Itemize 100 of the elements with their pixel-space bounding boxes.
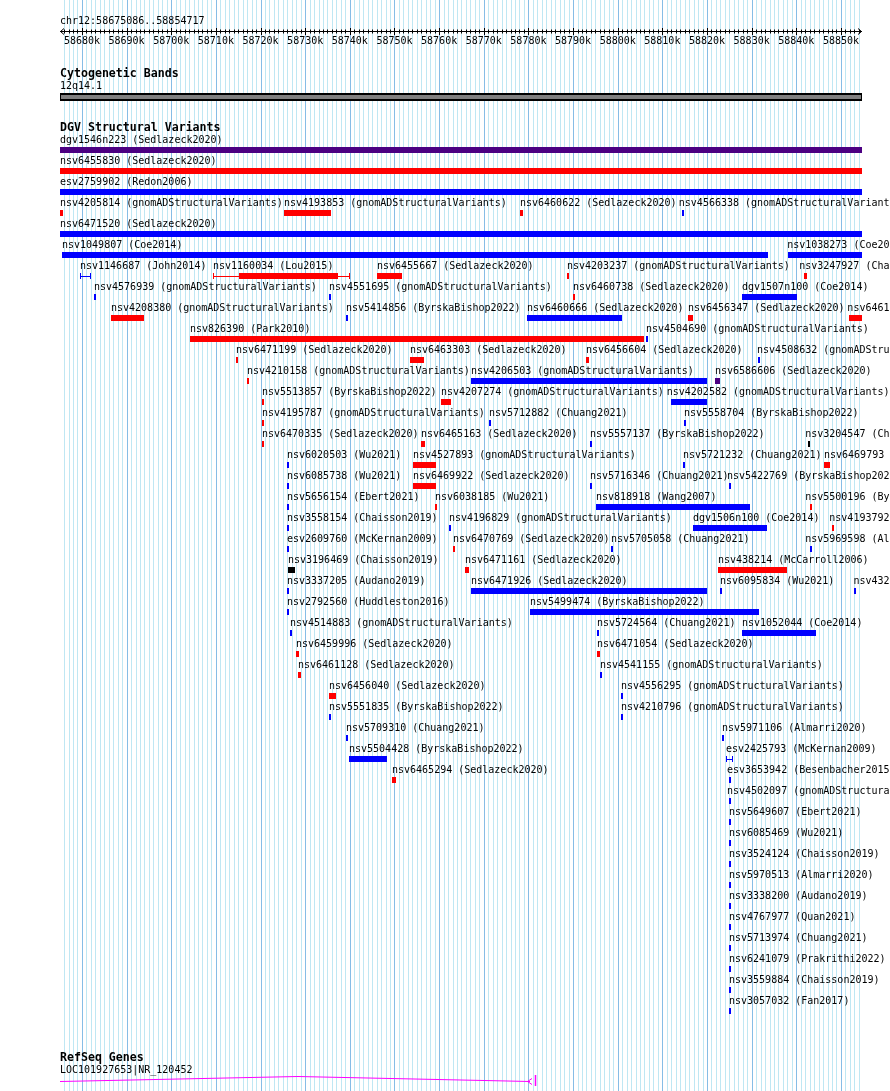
variant-label: nsv1146687 (John2014) xyxy=(80,260,207,272)
variant-label: nsv1038273 (Coe20 xyxy=(787,239,890,251)
tick-label: 58770k xyxy=(465,35,502,47)
tick-label: 58790k xyxy=(555,35,592,47)
variant-label: nsv4208380 (gnomADStructuralVariants) xyxy=(111,302,334,314)
tick-label: 58760k xyxy=(421,35,458,47)
tick-label: 58700k xyxy=(153,35,190,47)
variant-label: esv3653942 (Besenbacher2015 xyxy=(726,764,890,776)
variant-label: nsv5649607 (Ebert2021) xyxy=(729,806,862,818)
variant-label: nsv5557137 (ByrskaBishop2022) xyxy=(590,428,765,440)
variant-label: nsv432 xyxy=(853,575,890,587)
variant-label: nsv6095834 (Wu2021) xyxy=(720,575,835,587)
variant-label: nsv6586606 (Sedlazeck2020) xyxy=(715,365,872,377)
variant-label: nsv1049807 (Coe2014) xyxy=(62,239,183,251)
variant-label: nsv5970513 (Almarri2020) xyxy=(729,869,874,881)
variant-label: nsv4196829 (gnomADStructuralVariants) xyxy=(449,512,672,524)
variant-label: nsv6456347 (Sedlazeck2020) xyxy=(688,302,845,314)
variant-label: nsv6461128 (Sedlazeck2020) xyxy=(298,659,455,671)
variant-label: nsv5705058 (Chuang2021) xyxy=(611,533,750,545)
track-title: DGV Structural Variants xyxy=(60,121,221,134)
variant-label: nsv826390 (Park2010) xyxy=(190,323,311,335)
variant-label: nsv5969598 (Al xyxy=(805,533,890,545)
variant-label: nsv6241079 (Prakrithi2022) xyxy=(729,953,886,965)
variant-label: nsv6471199 (Sedlazeck2020) xyxy=(236,344,393,356)
variant-label: nsv6463303 (Sedlazeck2020) xyxy=(410,344,567,356)
variant-label: nsv4514883 (gnomADStructuralVariants) xyxy=(290,617,513,629)
variant-label: nsv6460622 (Sedlazeck2020) xyxy=(520,197,677,209)
track-title: Cytogenetic Bands xyxy=(60,67,179,80)
tick-label: 58850k xyxy=(822,35,859,47)
variant-label: nsv6085469 (Wu2021) xyxy=(729,827,844,839)
tick-label: 58680k xyxy=(63,35,100,47)
variant-label: nsv5422769 (ByrskaBishop202 xyxy=(726,470,890,482)
variant-label: nsv6461 xyxy=(847,302,890,314)
variant-label: nsv6471161 (Sedlazeck2020) xyxy=(465,554,622,566)
variant-label: nsv4556295 (gnomADStructuralVariants) xyxy=(621,680,844,692)
variant-label: nsv4566338 (gnomADStructuralVariant xyxy=(678,197,890,209)
variant-label: dgv1507n100 (Coe2014) xyxy=(742,281,869,293)
variant-label: esv2609760 (McKernan2009) xyxy=(287,533,438,545)
variant-label: nsv3057032 (Fan2017) xyxy=(729,995,850,1007)
variant-label: nsv5656154 (Ebert2021) xyxy=(287,491,420,503)
variant-label: nsv5712882 (Chuang2021) xyxy=(489,407,628,419)
variant-label: nsv4193853 (gnomADStructuralVariants) xyxy=(284,197,507,209)
variant-label: nsv6460738 (Sedlazeck2020) xyxy=(573,281,730,293)
tick-label: 58740k xyxy=(331,35,368,47)
variant-label: nsv3338200 (Audano2019) xyxy=(729,890,868,902)
variant-label: nsv4203237 (gnomADStructuralVariants) xyxy=(567,260,790,272)
variant-label: nsv3247927 (Cha xyxy=(799,260,890,272)
variant-label: nsv4502097 (gnomADStructura xyxy=(726,785,890,797)
variant-label: nsv4202582 (gnomADStructuralVariants) xyxy=(666,386,890,398)
variant-label: nsv6460666 (Sedlazeck2020) xyxy=(527,302,684,314)
variant-label: nsv6465294 (Sedlazeck2020) xyxy=(392,764,549,776)
variant-label: nsv6471054 (Sedlazeck2020) xyxy=(597,638,754,650)
tick-label: 58780k xyxy=(510,35,547,47)
variant-label: nsv3337205 (Audano2019) xyxy=(287,575,426,587)
locus-label: chr12:58675086..58854717 xyxy=(60,15,205,27)
variant-label: nsv5971106 (Almarri2020) xyxy=(722,722,867,734)
band-label: 12q14.1 xyxy=(60,80,103,92)
variant-label: nsv4767977 (Quan2021) xyxy=(729,911,856,923)
tick-label: 58810k xyxy=(644,35,681,47)
variant-label: nsv5709310 (Chuang2021) xyxy=(346,722,485,734)
variant-label: nsv3558154 (Chaisson2019) xyxy=(287,512,438,524)
variant-label: nsv4541155 (gnomADStructuralVariants) xyxy=(600,659,823,671)
gene-label: LOC101927653|NR_120452 xyxy=(60,1064,193,1076)
variant-label: nsv1052044 (Coe2014) xyxy=(742,617,863,629)
variant-label: nsv6456040 (Sedlazeck2020) xyxy=(329,680,486,692)
variant-label: nsv6469793 xyxy=(824,449,885,461)
variant-label: nsv5500196 (By xyxy=(805,491,890,503)
variant-label: nsv4551695 (gnomADStructuralVariants) xyxy=(329,281,552,293)
variant-label: nsv1160034 (Lou2015) xyxy=(213,260,334,272)
variant-label: nsv818918 (Wang2007) xyxy=(596,491,717,503)
variant-label: nsv4195787 (gnomADStructuralVariants) xyxy=(262,407,485,419)
variant-label: nsv4205814 (gnomADStructuralVariants) xyxy=(60,197,283,209)
variant-label: nsv5713974 (Chuang2021) xyxy=(729,932,868,944)
variant-label: nsv5504428 (ByrskaBishop2022) xyxy=(349,743,524,755)
variant-label: nsv6459996 (Sedlazeck2020) xyxy=(296,638,453,650)
variant-label: nsv5513857 (ByrskaBishop2022) xyxy=(262,386,437,398)
tick-label: 58840k xyxy=(778,35,815,47)
variant-label: nsv4504690 (gnomADStructuralVariants) xyxy=(646,323,869,335)
variant-label: nsv6038185 (Wu2021) xyxy=(435,491,550,503)
tick-label: 58690k xyxy=(108,35,145,47)
variant-label: nsv4508632 (gnomADStru xyxy=(757,344,890,356)
variant-label: nsv4193792 xyxy=(829,512,890,524)
variant-label: esv2759902 (Redon2006) xyxy=(60,176,193,188)
variant-label: nsv3559884 (Chaisson2019) xyxy=(729,974,880,986)
variant-label: nsv6470769 (Sedlazeck2020) xyxy=(453,533,610,545)
variant-label: nsv4527893 (gnomADStructuralVariants) xyxy=(413,449,636,461)
variant-label: nsv6465163 (Sedlazeck2020) xyxy=(421,428,578,440)
variant-label: nsv438214 (McCarroll2006) xyxy=(718,554,869,566)
variant-label: nsv6469922 (Sedlazeck2020) xyxy=(413,470,570,482)
variant-label: nsv3204547 (Ch xyxy=(805,428,890,440)
variant-label: nsv6020503 (Wu2021) xyxy=(287,449,402,461)
variant-label: nsv4576939 (gnomADStructuralVariants) xyxy=(94,281,317,293)
variant-label: nsv4207274 (gnomADStructuralVariants) xyxy=(441,386,664,398)
variant-label: nsv6470335 (Sedlazeck2020) xyxy=(262,428,419,440)
variant-label: nsv5414856 (ByrskaBishop2022) xyxy=(346,302,521,314)
tick-label: 58800k xyxy=(599,35,636,47)
variant-label: nsv4210796 (gnomADStructuralVariants) xyxy=(621,701,844,713)
track-title: RefSeq Genes xyxy=(60,1051,144,1064)
variant-label: nsv5724564 (Chuang2021) xyxy=(597,617,736,629)
tick-label: 58750k xyxy=(376,35,413,47)
